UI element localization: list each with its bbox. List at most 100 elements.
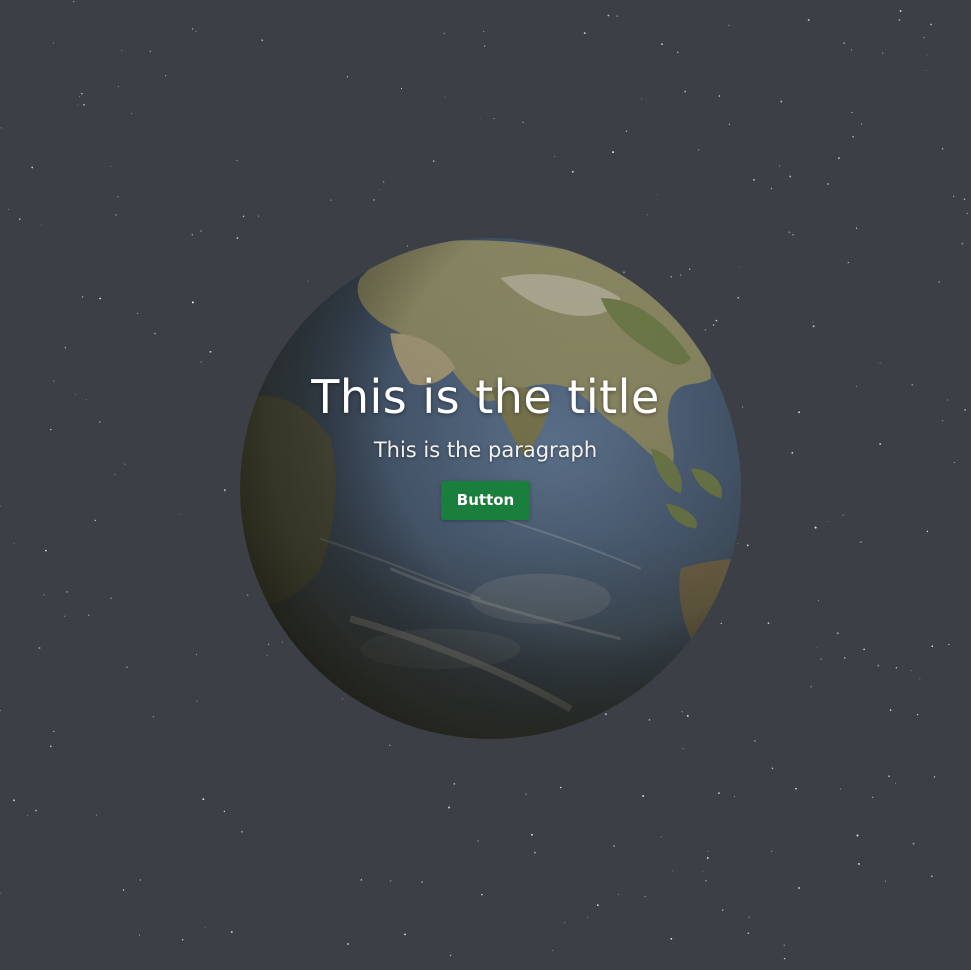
star: [783, 957, 786, 960]
star: [0, 709, 1, 712]
star: [827, 183, 829, 185]
star: [181, 938, 184, 941]
star: [767, 622, 770, 624]
star: [941, 148, 944, 150]
star: [261, 39, 264, 42]
star: [77, 104, 79, 106]
star: [847, 261, 850, 264]
star: [771, 767, 774, 770]
star: [571, 170, 574, 173]
star: [530, 833, 533, 836]
star: [236, 159, 238, 162]
star: [0, 127, 2, 129]
star: [961, 242, 964, 245]
star: [81, 296, 84, 298]
star: [925, 69, 927, 71]
star: [19, 218, 21, 220]
star: [912, 842, 915, 845]
star: [121, 50, 123, 51]
star: [553, 156, 556, 158]
star: [81, 93, 83, 95]
star: [195, 654, 197, 656]
star: [389, 744, 391, 746]
star: [748, 916, 750, 919]
star: [196, 700, 198, 702]
star: [0, 892, 1, 894]
star: [933, 776, 936, 778]
star: [38, 647, 41, 649]
star: [484, 45, 486, 47]
star: [733, 796, 735, 798]
star: [152, 716, 154, 718]
star: [404, 933, 406, 936]
star: [881, 52, 884, 54]
star: [916, 713, 919, 716]
star: [400, 88, 403, 90]
star: [616, 15, 618, 17]
star: [330, 199, 332, 201]
star: [443, 32, 446, 35]
star: [88, 614, 90, 616]
star: [938, 280, 941, 283]
star: [200, 361, 202, 363]
star: [656, 194, 657, 196]
star: [444, 96, 446, 98]
star: [948, 643, 950, 646]
star: [792, 234, 794, 236]
star: [919, 678, 921, 680]
primary-button[interactable]: Button: [440, 481, 531, 520]
star: [552, 949, 554, 951]
star: [110, 165, 112, 167]
star: [522, 121, 524, 123]
star: [895, 667, 898, 669]
star: [855, 227, 858, 229]
star: [963, 198, 966, 201]
star: [242, 215, 245, 218]
star: [843, 42, 846, 44]
star: [202, 798, 205, 801]
star: [877, 664, 880, 667]
star: [844, 657, 846, 659]
star: [859, 541, 861, 543]
star: [746, 544, 749, 547]
star: [812, 325, 815, 328]
star: [64, 347, 66, 349]
star: [783, 944, 785, 946]
star: [346, 76, 349, 78]
star: [583, 32, 586, 35]
star: [223, 810, 225, 813]
star: [115, 214, 117, 216]
star: [860, 541, 862, 543]
star: [191, 28, 194, 30]
star: [241, 830, 243, 833]
star: [257, 215, 260, 217]
star: [122, 889, 125, 891]
star: [780, 100, 783, 103]
star: [40, 224, 42, 226]
star: [889, 709, 892, 711]
star: [771, 850, 773, 852]
star: [53, 730, 55, 733]
star: [718, 95, 721, 97]
star: [753, 179, 755, 181]
star: [83, 103, 85, 106]
star: [728, 123, 730, 125]
star: [718, 792, 720, 794]
star: [770, 187, 773, 190]
star: [820, 658, 822, 661]
star: [73, 0, 75, 3]
star: [778, 165, 780, 167]
star: [43, 594, 45, 596]
star: [126, 666, 128, 669]
star: [483, 31, 485, 33]
star: [382, 181, 385, 183]
star: [642, 795, 645, 797]
star: [812, 321, 814, 323]
star: [347, 943, 349, 945]
star: [810, 685, 813, 688]
hero-paragraph: This is the paragraph: [373, 438, 598, 462]
star: [670, 937, 673, 940]
star: [448, 806, 450, 809]
star: [930, 23, 932, 26]
star: [209, 350, 212, 353]
